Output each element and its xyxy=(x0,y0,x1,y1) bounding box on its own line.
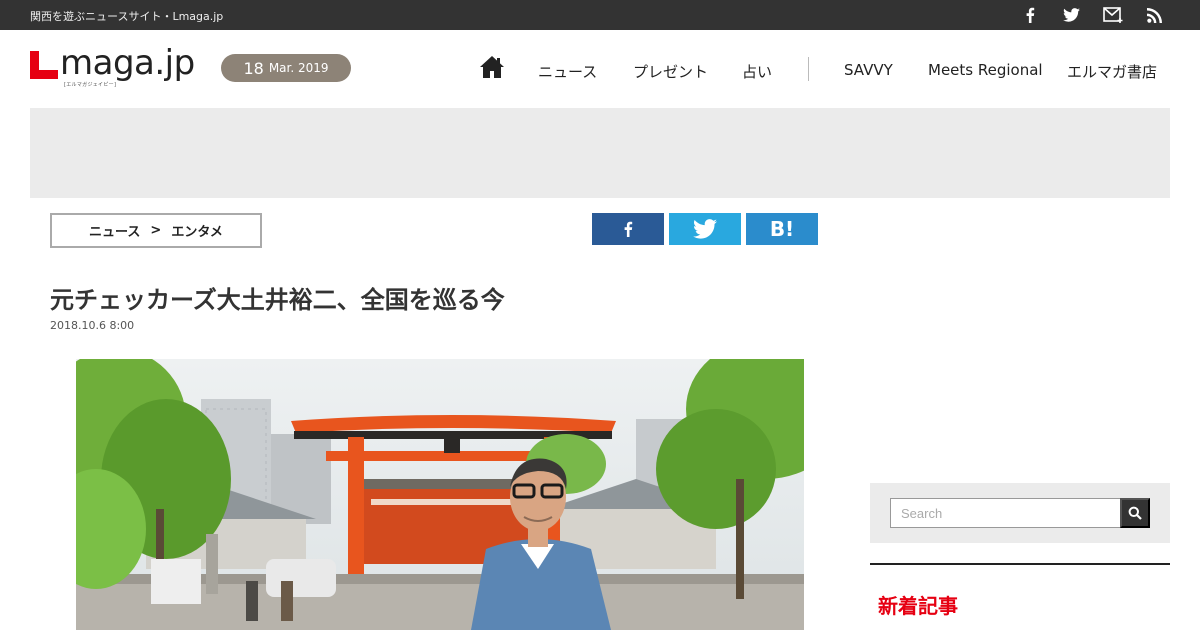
logo-subtitle: [エルマガジェイピー] xyxy=(64,82,117,88)
logo-l-mark xyxy=(30,51,58,79)
sidebar-divider xyxy=(870,563,1170,565)
twitter-icon[interactable] xyxy=(1061,5,1081,25)
ad-banner xyxy=(30,108,1170,198)
breadcrumb-separator: > xyxy=(150,223,162,238)
search-input[interactable] xyxy=(890,498,1121,528)
site-tagline: 関西を遊ぶニュースサイト・Lmaga.jp xyxy=(30,10,224,23)
date-month-year: Mar. 2019 xyxy=(268,61,329,75)
facebook-icon xyxy=(624,221,633,237)
article-title: 元チェッカーズ大土井裕二、全国を巡る今 xyxy=(50,286,505,314)
logo-wordmark: maga.jp xyxy=(60,43,195,83)
twitter-icon xyxy=(693,219,717,239)
top-bar: 関西を遊ぶニュースサイト・Lmaga.jp xyxy=(0,0,1200,30)
breadcrumb-news[interactable]: ニュース xyxy=(89,221,140,240)
search-button[interactable] xyxy=(1120,498,1150,528)
nav-savvy[interactable]: SAVVY xyxy=(844,61,893,79)
sidebar-search xyxy=(870,483,1170,543)
nav-divider xyxy=(808,57,809,81)
article-hero-image xyxy=(76,359,804,630)
mail-icon[interactable] xyxy=(1102,5,1124,25)
new-articles-heading: 新着記事 xyxy=(878,594,958,618)
site-logo[interactable]: maga.jp [エルマガジェイピー] xyxy=(30,43,195,89)
article-date: 2018.10.6 8:00 xyxy=(50,319,135,332)
nav-fortune[interactable]: 占い xyxy=(742,61,772,82)
date-badge: 18 Mar. 2019 xyxy=(221,54,351,82)
share-twitter-button[interactable] xyxy=(669,213,741,245)
rss-icon[interactable] xyxy=(1144,5,1164,25)
breadcrumb-entertainment[interactable]: エンタメ xyxy=(171,221,223,240)
nav-present[interactable]: プレゼント xyxy=(633,61,708,82)
date-day: 18 xyxy=(243,58,264,78)
search-icon xyxy=(1128,506,1142,520)
share-facebook-button[interactable] xyxy=(592,213,664,245)
home-icon[interactable] xyxy=(480,56,504,80)
nav-news[interactable]: ニュース xyxy=(538,61,597,82)
nav-lmaga-bookstore[interactable]: エルマガ書店 xyxy=(1067,61,1157,82)
breadcrumb: ニュース > エンタメ xyxy=(50,213,262,248)
share-hatena-button[interactable]: B! xyxy=(746,213,818,245)
facebook-icon[interactable] xyxy=(1020,5,1040,25)
nav-meets-regional[interactable]: Meets Regional xyxy=(928,61,1043,79)
